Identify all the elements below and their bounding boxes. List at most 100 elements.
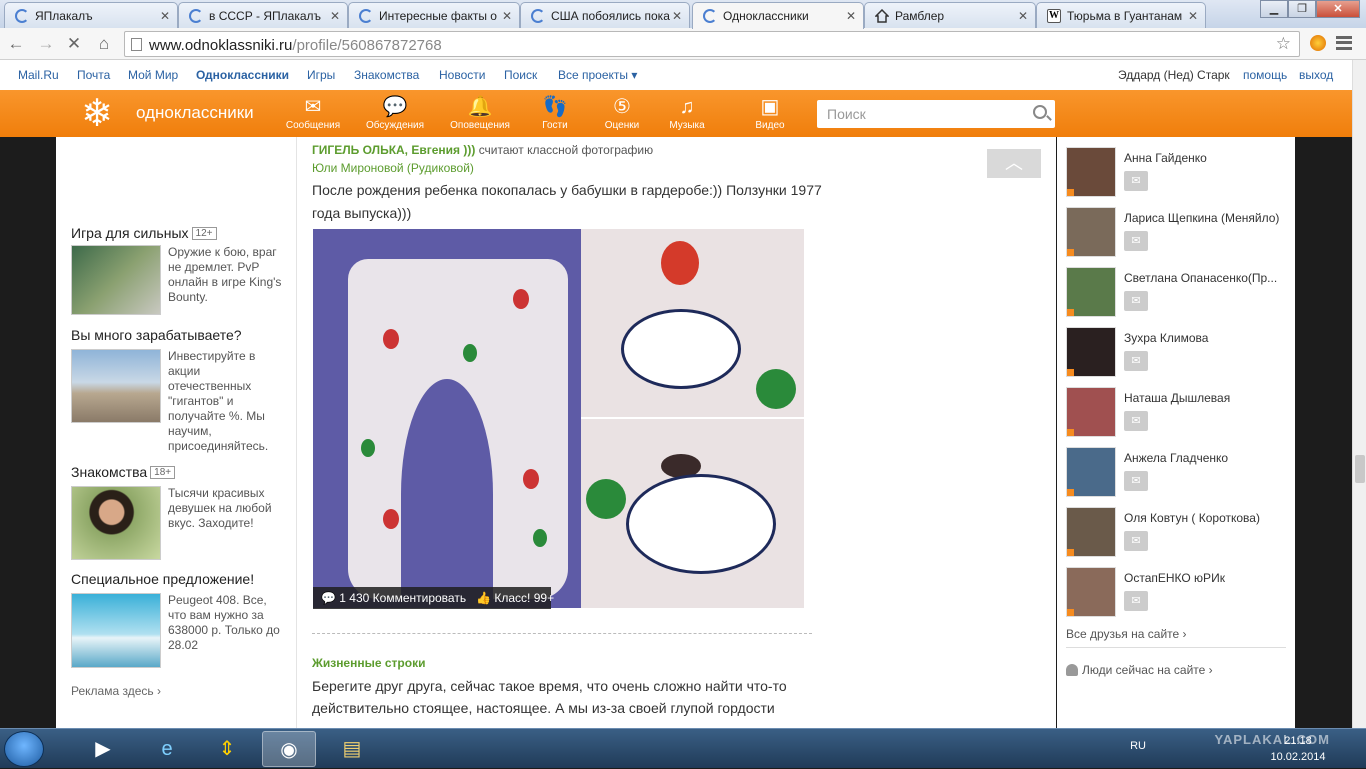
photo-owner-link[interactable]: Юли Мироновой (Рудиковой): [312, 161, 474, 175]
portal-link-news[interactable]: Новости: [439, 68, 485, 82]
ad-invest[interactable]: Вы много зарабатываете? Инвестируйте в а…: [71, 327, 286, 453]
friend-item[interactable]: Анна Гайденко ✉: [1066, 147, 1291, 199]
friend-item[interactable]: Светлана Опанасенко(Пр... ✉: [1066, 267, 1291, 319]
scroll-up-button[interactable]: ︿: [987, 149, 1041, 178]
download-manager-icon[interactable]: ⇕: [200, 731, 254, 767]
ad-dating[interactable]: Знакомства 18+ Тысячи красивых девушек на…: [71, 464, 286, 560]
portal-link-search[interactable]: Поиск: [504, 68, 537, 82]
search-input[interactable]: Поиск: [817, 100, 1055, 128]
message-icon[interactable]: ✉: [1124, 471, 1148, 491]
extension-icon[interactable]: [1310, 35, 1326, 51]
avatar[interactable]: [1066, 507, 1116, 557]
avatar[interactable]: [1066, 147, 1116, 197]
portal-link-all-projects[interactable]: Все проекты ▾: [558, 68, 637, 82]
close-tab-icon[interactable]: ✕: [1188, 9, 1198, 23]
portal-link-odnoklassniki[interactable]: Одноклассники: [196, 68, 289, 82]
tab-odnoklassniki[interactable]: Одноклассники ✕: [692, 2, 864, 29]
portal-link-games[interactable]: Игры: [307, 68, 335, 82]
all-friends-link[interactable]: Все друзья на сайте ›: [1066, 627, 1187, 641]
message-icon[interactable]: ✉: [1124, 171, 1148, 191]
site-logo[interactable]: одноклассники: [136, 103, 254, 123]
restore-button[interactable]: ❐: [1288, 0, 1316, 18]
close-tab-icon[interactable]: ✕: [672, 9, 682, 23]
ad-image[interactable]: [71, 349, 161, 423]
nav-video[interactable]: ▣ Видео: [740, 94, 800, 131]
close-tab-icon[interactable]: ✕: [502, 9, 512, 23]
close-tab-icon[interactable]: ✕: [160, 9, 170, 23]
avatar[interactable]: [1066, 207, 1116, 257]
address-bar[interactable]: www.odnoklassniki.ru/profile/56086787276…: [124, 31, 1300, 57]
chrome-icon[interactable]: ◉: [262, 731, 316, 767]
tab-usa[interactable]: США побоялись пока ✕: [520, 2, 690, 28]
friend-item[interactable]: Лариса Щепкина (Меняйло) ✉: [1066, 207, 1291, 259]
friend-item[interactable]: Зухра Климова ✉: [1066, 327, 1291, 379]
close-tab-icon[interactable]: ✕: [1018, 9, 1028, 23]
feed: ГИГЕЛЬ ОЛЬКА, Евгения ))) считают классн…: [296, 137, 1056, 728]
group-title-link[interactable]: Жизненные строки: [312, 656, 425, 670]
friend-item[interactable]: Наташа Дышлевая ✉: [1066, 387, 1291, 439]
nav-music[interactable]: ♫ Музыка: [657, 94, 717, 131]
comments-link[interactable]: 1 430 Комментировать: [339, 591, 466, 605]
portal-link-dating[interactable]: Знакомства: [354, 68, 419, 82]
forward-icon[interactable]: →: [36, 34, 56, 54]
ad-peugeot[interactable]: Специальное предложение! Peugeot 408. Вс…: [71, 571, 286, 668]
tab-wikipedia[interactable]: W Тюрьма в Гуантанам ✕: [1036, 2, 1206, 28]
tab-rambler[interactable]: Рамблер ✕: [864, 2, 1036, 28]
avatar[interactable]: [1066, 267, 1116, 317]
stop-icon[interactable]: ✕: [64, 34, 84, 54]
avatar[interactable]: [1066, 447, 1116, 497]
nav-discussions[interactable]: 💬 Обсуждения: [365, 94, 425, 131]
logout-link[interactable]: выход: [1299, 68, 1333, 82]
site-header: ❄ одноклассники ✉ Сообщения 💬 Обсуждения 🔔…: [0, 90, 1352, 137]
start-button[interactable]: [4, 731, 44, 767]
friend-item[interactable]: Оля Ковтун ( Короткова) ✉: [1066, 507, 1291, 559]
minimize-button[interactable]: ▁: [1260, 0, 1288, 18]
avatar[interactable]: [1066, 327, 1116, 377]
portal-link-mail[interactable]: Почта: [77, 68, 110, 82]
close-tab-icon[interactable]: ✕: [846, 9, 856, 23]
message-icon[interactable]: ✉: [1124, 591, 1148, 611]
ad-image[interactable]: [71, 593, 161, 668]
scrollbar-thumb[interactable]: [1355, 455, 1365, 483]
close-tab-icon[interactable]: ✕: [330, 9, 340, 23]
user-name[interactable]: Эддард (Нед) Старк: [1118, 68, 1230, 82]
internet-explorer-icon[interactable]: e: [140, 731, 194, 767]
avatar[interactable]: [1066, 567, 1116, 617]
portal-link-mailru[interactable]: Mail.Ru: [18, 68, 59, 82]
people-online-link[interactable]: Люди сейчас на сайте ›: [1066, 647, 1286, 677]
nav-notifications[interactable]: 🔔 Оповещения: [450, 94, 510, 131]
message-icon[interactable]: ✉: [1124, 291, 1148, 311]
page-scrollbar[interactable]: [1352, 60, 1366, 728]
avatar[interactable]: [1066, 387, 1116, 437]
post-photo[interactable]: [313, 229, 804, 608]
message-icon[interactable]: ✉: [1124, 231, 1148, 251]
message-icon[interactable]: ✉: [1124, 351, 1148, 371]
friend-item[interactable]: ОстапЕНКО юРИк ✉: [1066, 567, 1291, 619]
nav-ratings[interactable]: ⑤ Оценки: [592, 94, 652, 131]
friend-item[interactable]: Анжела Гладченко ✉: [1066, 447, 1291, 499]
nav-messages[interactable]: ✉ Сообщения: [283, 94, 343, 131]
snowflake-logo-icon[interactable]: ❄: [76, 94, 118, 134]
nav-guests[interactable]: 👣 Гости: [525, 94, 585, 131]
help-link[interactable]: помощь: [1243, 68, 1287, 82]
media-player-icon[interactable]: ▶: [76, 731, 130, 767]
search-icon[interactable]: [1033, 105, 1047, 119]
message-icon[interactable]: ✉: [1124, 411, 1148, 431]
tab-facts[interactable]: Интересные факты о ✕: [348, 2, 520, 28]
message-icon[interactable]: ✉: [1124, 531, 1148, 551]
ad-image[interactable]: [71, 486, 161, 560]
portal-link-myworld[interactable]: Мой Мир: [128, 68, 178, 82]
bookmark-star-icon[interactable]: ☆: [1276, 34, 1291, 54]
close-window-button[interactable]: ✕: [1316, 0, 1360, 18]
home-icon[interactable]: ⌂: [94, 34, 114, 54]
ads-here-link[interactable]: Реклама здесь ›: [71, 684, 161, 698]
ad-image[interactable]: [71, 245, 161, 315]
language-indicator[interactable]: RU: [1130, 740, 1146, 752]
menu-icon[interactable]: [1336, 36, 1352, 50]
tab-ussr[interactable]: в СССР - ЯПлакалъ ✕: [178, 2, 348, 28]
like-button[interactable]: Класс! 99+: [494, 591, 554, 605]
folder-icon[interactable]: ▤: [325, 731, 379, 767]
ad-game[interactable]: Игра для сильных 12+ Оружие к бою, враг н…: [71, 225, 286, 315]
tab-yaplakal[interactable]: ЯПлакалъ ✕: [4, 2, 178, 28]
back-icon[interactable]: ←: [6, 34, 26, 54]
